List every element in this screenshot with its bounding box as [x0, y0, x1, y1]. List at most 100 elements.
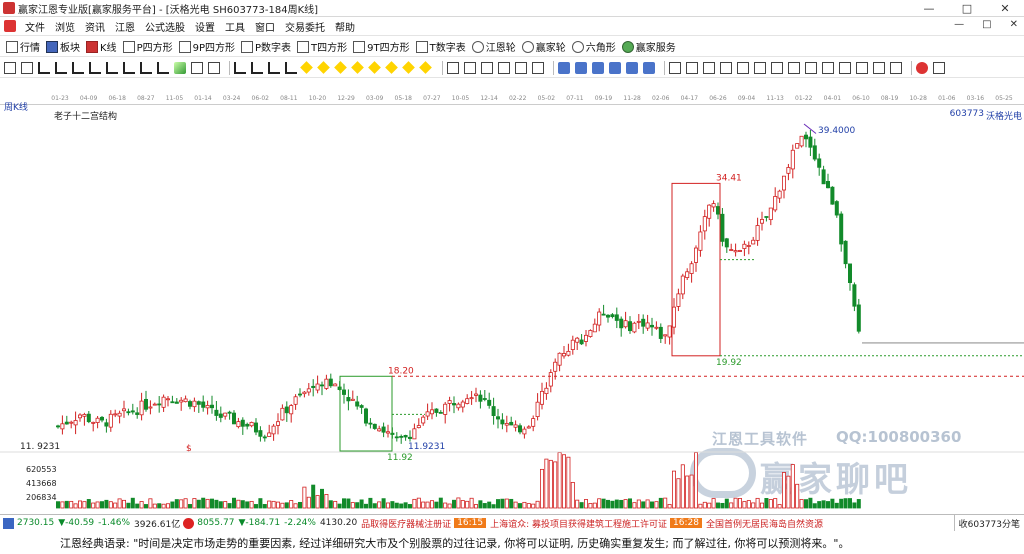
volume-bar [104, 499, 109, 509]
menu-info[interactable]: 资讯 [80, 19, 110, 34]
draw-tool-32-icon[interactable] [532, 61, 544, 74]
candle-body [680, 275, 685, 295]
draw-tool-51-icon[interactable] [839, 61, 851, 74]
draw-tool-12-icon[interactable] [208, 61, 220, 74]
draw-tool-22-icon[interactable] [368, 61, 381, 74]
sz-index-pct: -2.24% [284, 518, 316, 528]
t-number-table-button[interactable]: T数字表 [415, 39, 466, 54]
draw-tool-53-icon[interactable] [873, 61, 885, 74]
draw-tool-28-icon[interactable] [464, 61, 476, 74]
gann-wheel-button[interactable]: 江恩轮 [471, 39, 516, 54]
hexagon-button[interactable]: 六角形 [571, 39, 616, 54]
draw-tool-54-icon[interactable] [890, 61, 902, 74]
menu-window[interactable]: 窗口 [250, 19, 280, 34]
draw-tool-6-icon[interactable] [106, 61, 118, 74]
draw-tool-31-icon[interactable] [515, 61, 527, 74]
draw-tool-17-icon[interactable] [285, 61, 297, 74]
9p-square-button[interactable]: 9P四方形 [178, 39, 235, 54]
mdi-restore-button[interactable]: □ [982, 19, 991, 30]
draw-tool-5-icon[interactable] [89, 61, 101, 74]
draw-tool-27-icon[interactable] [447, 61, 459, 74]
candle-body [575, 337, 580, 343]
kline-chart[interactable]: 18.20 11.9211.9231 34.41 19.92 39.4000 11. 92… [0, 104, 1024, 514]
draw-tool-34-icon[interactable] [558, 61, 570, 74]
quote-button[interactable]: 行情 [6, 39, 40, 54]
news-item-3[interactable]: 全国首例无居民海岛自然资源 [706, 517, 823, 530]
p-number-table-button[interactable]: P数字表 [241, 39, 291, 54]
draw-tool-19-icon[interactable] [317, 61, 330, 74]
draw-tool-18-icon[interactable] [300, 61, 313, 74]
draw-tool-15-icon[interactable] [251, 61, 263, 74]
news-item-1[interactable]: 品取得医疗器械注册证 [361, 517, 451, 530]
draw-tool-30-icon[interactable] [498, 61, 510, 74]
draw-tool-46-icon[interactable] [754, 61, 766, 74]
winner-service-button[interactable]: 赢家服务 [621, 39, 676, 54]
volume-bar [689, 474, 694, 509]
draw-tool-45-icon[interactable] [737, 61, 749, 74]
draw-tool-37-icon[interactable] [609, 61, 621, 74]
draw-tool-14-icon[interactable] [234, 61, 246, 74]
draw-tool-24-icon[interactable] [402, 61, 415, 74]
volume-bar [540, 468, 545, 509]
sector-button[interactable]: 板块 [46, 39, 80, 54]
sh-index-pct: -1.46% [98, 518, 130, 528]
t-square-button[interactable]: T四方形 [297, 39, 347, 54]
menu-browse[interactable]: 浏览 [50, 19, 80, 34]
draw-tool-47-icon[interactable] [771, 61, 783, 74]
draw-tool-44-icon[interactable] [720, 61, 732, 74]
winner-wheel-button[interactable]: 赢家轮 [521, 39, 566, 54]
draw-tool-0-icon[interactable] [4, 61, 16, 74]
draw-tool-43-icon[interactable] [703, 61, 715, 74]
draw-tool-11-icon[interactable] [191, 61, 203, 74]
close-button[interactable]: ✕ [986, 0, 1024, 17]
mdi-close-button[interactable]: ✕ [1010, 19, 1018, 30]
draw-tool-52-icon[interactable] [856, 61, 868, 74]
draw-tool-25-icon[interactable] [419, 61, 432, 74]
draw-tool-3-icon[interactable] [55, 61, 67, 74]
draw-tool-56-icon[interactable] [916, 61, 928, 74]
draw-tool-9-icon[interactable] [157, 61, 169, 74]
draw-tool-7-icon[interactable] [123, 61, 135, 74]
draw-tool-57-icon[interactable] [933, 61, 945, 74]
mdi-minimize-button[interactable]: — [954, 19, 964, 30]
draw-tool-36-icon[interactable] [592, 61, 604, 74]
draw-tool-21-icon[interactable] [351, 61, 364, 74]
draw-tool-29-icon[interactable] [481, 61, 493, 74]
volume-bar [293, 503, 298, 509]
minimize-button[interactable]: — [910, 0, 948, 17]
menu-settings[interactable]: 设置 [190, 19, 220, 34]
draw-tool-16-icon[interactable] [268, 61, 280, 74]
candle-body [157, 403, 162, 406]
draw-tool-8-icon[interactable] [140, 61, 152, 74]
volume-bar [73, 503, 78, 509]
draw-tool-35-icon[interactable] [575, 61, 587, 74]
draw-tool-49-icon[interactable] [805, 61, 817, 74]
draw-tool-4-icon[interactable] [72, 61, 84, 74]
menu-formula-select[interactable]: 公式选股 [140, 19, 190, 34]
candle-body [597, 311, 602, 326]
p-square-button[interactable]: P四方形 [122, 39, 173, 54]
tick-detail-box[interactable]: 收603773分笔 [953, 515, 1024, 531]
9t-square-button[interactable]: 9T四方形 [353, 39, 410, 54]
draw-tool-48-icon[interactable] [788, 61, 800, 74]
draw-tool-10-icon[interactable] [174, 61, 186, 74]
draw-tool-20-icon[interactable] [334, 61, 347, 74]
draw-tool-50-icon[interactable] [822, 61, 834, 74]
draw-tool-39-icon[interactable] [643, 61, 655, 74]
menu-tools[interactable]: 工具 [220, 19, 250, 34]
draw-tool-41-icon[interactable] [669, 61, 681, 74]
candle-body [588, 330, 593, 337]
draw-tool-2-icon[interactable] [38, 61, 50, 74]
menu-file[interactable]: 文件 [20, 19, 50, 34]
volume-bar [566, 456, 571, 509]
kline-button[interactable]: K线 [86, 39, 117, 54]
draw-tool-23-icon[interactable] [385, 61, 398, 74]
draw-tool-42-icon[interactable] [686, 61, 698, 74]
menu-trade[interactable]: 交易委托 [280, 19, 330, 34]
news-item-2[interactable]: 上海谊众: 募投项目获得建筑工程施工许可证 [490, 517, 667, 530]
maximize-button[interactable]: □ [948, 0, 986, 17]
menu-help[interactable]: 帮助 [330, 19, 360, 34]
menu-gann[interactable]: 江恩 [110, 19, 140, 34]
draw-tool-1-icon[interactable] [21, 61, 33, 74]
draw-tool-38-icon[interactable] [626, 61, 638, 74]
